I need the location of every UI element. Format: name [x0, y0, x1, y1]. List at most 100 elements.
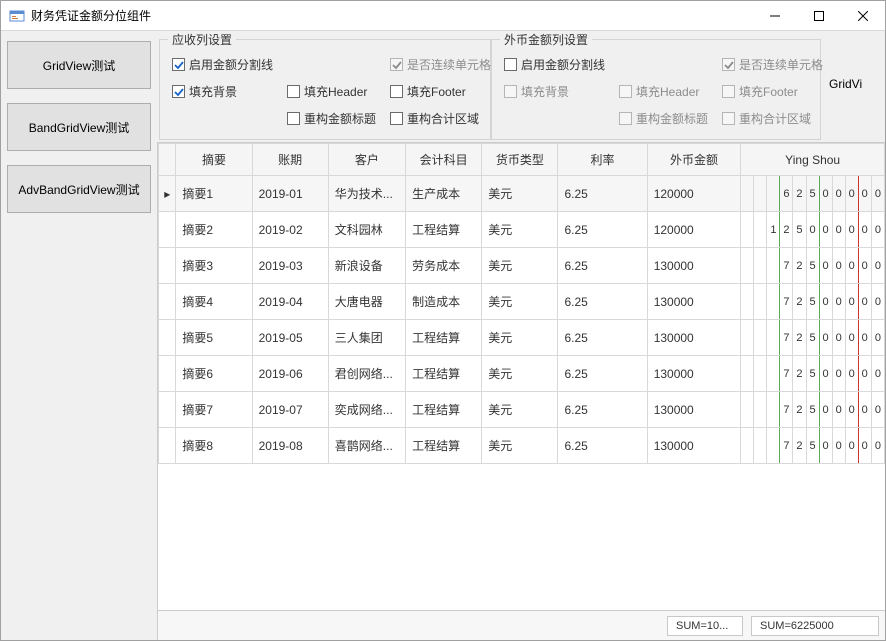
cell[interactable]: 6.25 [558, 320, 647, 356]
digit-cell[interactable]: 0 [845, 176, 858, 212]
digit-cell[interactable]: 5 [806, 392, 819, 428]
digit-cell[interactable]: 0 [819, 320, 832, 356]
cell[interactable]: 美元 [482, 428, 558, 464]
digit-cell[interactable]: 5 [806, 284, 819, 320]
digit-cell[interactable]: 5 [793, 212, 806, 248]
cell[interactable]: 摘要7 [176, 392, 252, 428]
digit-cell[interactable] [754, 248, 767, 284]
digit-cell[interactable] [741, 248, 754, 284]
cell[interactable]: 6.25 [558, 356, 647, 392]
cell[interactable]: 130000 [647, 356, 741, 392]
sidebar-button-0[interactable]: GridView测试 [7, 41, 151, 89]
digit-cell[interactable] [767, 248, 780, 284]
cell[interactable]: 2019-07 [252, 392, 328, 428]
cell[interactable]: 2019-06 [252, 356, 328, 392]
cell[interactable]: 三人集团 [328, 320, 405, 356]
digit-cell[interactable]: 0 [832, 356, 845, 392]
digit-cell[interactable] [741, 176, 754, 212]
digit-cell[interactable]: 0 [858, 212, 871, 248]
cell[interactable]: 美元 [482, 248, 558, 284]
cell[interactable]: 摘要2 [176, 212, 252, 248]
digit-cell[interactable]: 2 [793, 428, 806, 464]
cell[interactable]: 6.25 [558, 248, 647, 284]
cell[interactable]: 摘要5 [176, 320, 252, 356]
cell[interactable]: 新浪设备 [328, 248, 405, 284]
digit-cell[interactable]: 0 [858, 428, 871, 464]
cell[interactable]: 2019-01 [252, 176, 328, 212]
digit-cell[interactable] [767, 284, 780, 320]
cell[interactable]: 摘要1 [176, 176, 252, 212]
digit-cell[interactable] [767, 320, 780, 356]
digit-cell[interactable]: 2 [793, 392, 806, 428]
digit-cell[interactable]: 0 [819, 176, 832, 212]
digit-cell[interactable]: 0 [819, 248, 832, 284]
digit-cell[interactable] [741, 212, 754, 248]
cell[interactable]: 美元 [482, 320, 558, 356]
close-button[interactable] [841, 1, 885, 31]
digit-cell[interactable] [741, 284, 754, 320]
table-row[interactable]: ▸摘要12019-01华为技术...生产成本美元6.25120000625000… [159, 176, 885, 212]
cell[interactable]: 2019-04 [252, 284, 328, 320]
digit-cell[interactable]: 2 [793, 320, 806, 356]
grid-scroll[interactable]: 摘要账期客户会计科目货币类型利率外币金额Ying Shou ▸摘要12019-0… [158, 143, 885, 610]
digit-cell[interactable]: 5 [806, 176, 819, 212]
sidebar-button-2[interactable]: AdvBandGridView测试 [7, 165, 151, 213]
digit-cell[interactable]: 0 [819, 392, 832, 428]
cell[interactable]: 6.25 [558, 392, 647, 428]
digit-cell[interactable]: 0 [832, 392, 845, 428]
cell[interactable]: 120000 [647, 212, 741, 248]
digit-cell[interactable]: 7 [780, 356, 793, 392]
cell[interactable]: 美元 [482, 392, 558, 428]
digit-cell[interactable]: 0 [806, 212, 819, 248]
cell[interactable]: 美元 [482, 176, 558, 212]
col-header[interactable]: 利率 [558, 144, 647, 176]
digit-cell[interactable]: 2 [793, 248, 806, 284]
cell[interactable]: 2019-03 [252, 248, 328, 284]
digit-cell[interactable]: 1 [767, 212, 780, 248]
digit-cell[interactable]: 0 [845, 284, 858, 320]
digit-cell[interactable]: 7 [780, 320, 793, 356]
col-header[interactable]: 会计科目 [406, 144, 482, 176]
digit-cell[interactable]: 0 [819, 428, 832, 464]
digit-cell[interactable]: 2 [780, 212, 793, 248]
cell[interactable]: 君创网络... [328, 356, 405, 392]
cell[interactable]: 工程结算 [406, 392, 482, 428]
cell[interactable]: 6.25 [558, 212, 647, 248]
digit-cell[interactable]: 0 [858, 356, 871, 392]
digit-cell[interactable]: 0 [832, 248, 845, 284]
col-header[interactable]: 货币类型 [482, 144, 558, 176]
left-cb-3[interactable]: 填充Header [287, 83, 376, 100]
cell[interactable]: 工程结算 [406, 320, 482, 356]
col-header[interactable]: 账期 [252, 144, 328, 176]
digit-cell[interactable]: 0 [871, 176, 884, 212]
digit-cell[interactable]: 0 [845, 248, 858, 284]
col-header[interactable]: 客户 [328, 144, 405, 176]
digit-cell[interactable] [741, 428, 754, 464]
table-row[interactable]: 摘要32019-03新浪设备劳务成本美元6.2513000072500000 [159, 248, 885, 284]
digit-cell[interactable] [767, 392, 780, 428]
table-row[interactable]: 摘要42019-04大唐电器制造成本美元6.2513000072500000 [159, 284, 885, 320]
cell[interactable]: 劳务成本 [406, 248, 482, 284]
digit-cell[interactable] [767, 176, 780, 212]
digit-cell[interactable]: 2 [793, 176, 806, 212]
digit-cell[interactable] [754, 428, 767, 464]
money-band-header[interactable]: Ying Shou [741, 144, 885, 176]
cell[interactable]: 美元 [482, 284, 558, 320]
cell[interactable]: 美元 [482, 212, 558, 248]
cell[interactable]: 文科园林 [328, 212, 405, 248]
digit-cell[interactable]: 0 [819, 284, 832, 320]
cell[interactable]: 130000 [647, 320, 741, 356]
digit-cell[interactable]: 0 [832, 320, 845, 356]
cell[interactable]: 摘要3 [176, 248, 252, 284]
digit-cell[interactable]: 0 [858, 248, 871, 284]
table-row[interactable]: 摘要62019-06君创网络...工程结算美元6.251300007250000… [159, 356, 885, 392]
digit-cell[interactable]: 5 [806, 320, 819, 356]
digit-cell[interactable] [754, 284, 767, 320]
digit-cell[interactable] [754, 176, 767, 212]
digit-cell[interactable]: 5 [806, 248, 819, 284]
digit-cell[interactable]: 0 [871, 320, 884, 356]
digit-cell[interactable]: 7 [780, 284, 793, 320]
col-header[interactable]: 摘要 [176, 144, 252, 176]
data-grid[interactable]: 摘要账期客户会计科目货币类型利率外币金额Ying Shou ▸摘要12019-0… [158, 143, 885, 464]
table-row[interactable]: 摘要82019-08喜鹊网络...工程结算美元6.251300007250000… [159, 428, 885, 464]
